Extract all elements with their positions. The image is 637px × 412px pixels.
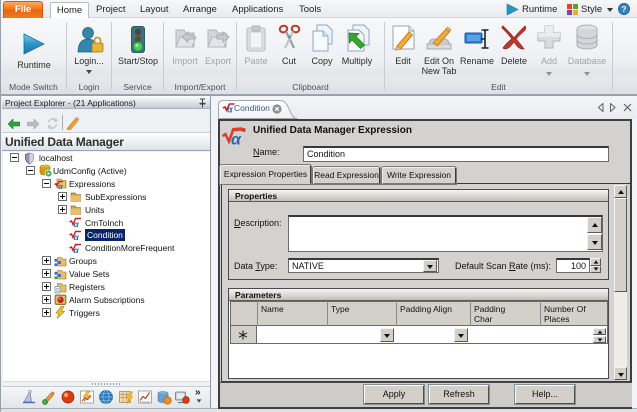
svg-text:?: ? (621, 4, 626, 14)
svg-text:α: α (74, 232, 80, 242)
svg-text:α: α (74, 219, 80, 229)
svg-text:α: α (58, 182, 63, 190)
svg-text:α: α (231, 132, 242, 147)
svg-text:α: α (74, 245, 80, 255)
svg-text:α: α (227, 105, 233, 114)
